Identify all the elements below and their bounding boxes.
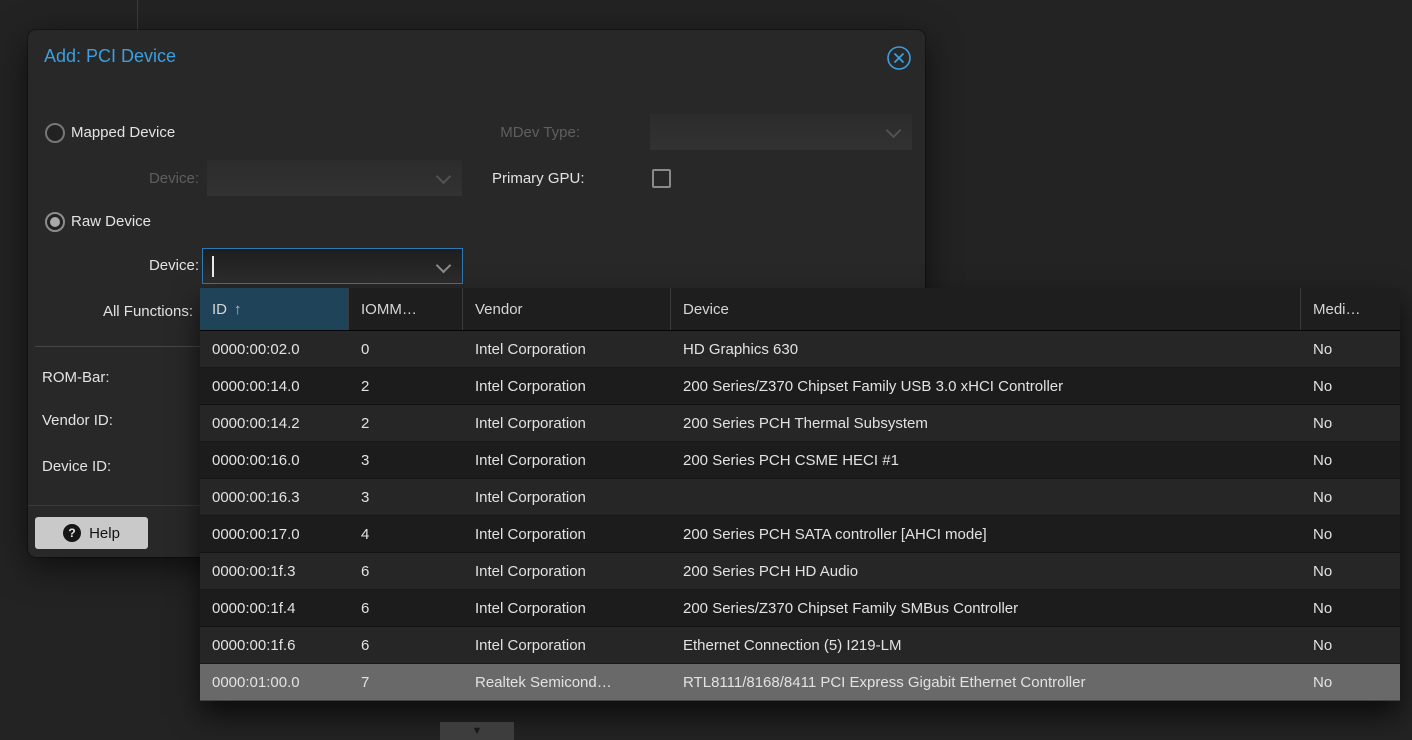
cell-device: 200 Series/Z370 Chipset Family USB 3.0 x… — [671, 368, 1301, 404]
help-button[interactable]: ? Help — [35, 517, 148, 549]
cell-vendor: Intel Corporation — [463, 442, 671, 478]
cell-vendor: Intel Corporation — [463, 405, 671, 441]
cell-iommu: 6 — [349, 553, 463, 589]
cell-vendor: Intel Corporation — [463, 516, 671, 552]
cell-vendor: Intel Corporation — [463, 479, 671, 515]
raw-device-radio[interactable] — [45, 212, 65, 232]
cell-vendor: Intel Corporation — [463, 590, 671, 626]
cell-mediated: No — [1301, 405, 1400, 441]
mapped-device-combo[interactable] — [207, 160, 462, 196]
cell-id: 0000:01:00.0 — [200, 664, 349, 700]
background-panel-divider — [137, 0, 138, 30]
close-icon[interactable] — [885, 44, 913, 72]
cell-mediated: No — [1301, 590, 1400, 626]
cell-vendor: Realtek Semicond… — [463, 664, 671, 700]
vendor-id-label: Vendor ID: — [42, 412, 113, 429]
cell-id: 0000:00:16.0 — [200, 442, 349, 478]
cell-device: 200 Series PCH CSME HECI #1 — [671, 442, 1301, 478]
cell-device: HD Graphics 630 — [671, 331, 1301, 367]
rom-bar-label: ROM-Bar: — [42, 369, 110, 386]
table-row[interactable]: 0000:00:1f.66Intel CorporationEthernet C… — [200, 627, 1400, 664]
column-header-iommu-group[interactable]: IOMM… — [349, 288, 463, 330]
cell-id: 0000:00:1f.3 — [200, 553, 349, 589]
dialog-title: Add: PCI Device — [44, 46, 176, 67]
cell-vendor: Intel Corporation — [463, 553, 671, 589]
cell-iommu: 3 — [349, 442, 463, 478]
cell-device: 200 Series PCH Thermal Subsystem — [671, 405, 1301, 441]
mapped-device-combo-label: Device: — [88, 170, 199, 187]
column-header-mediated-devices[interactable]: Medi… — [1301, 288, 1400, 330]
cell-iommu: 2 — [349, 405, 463, 441]
column-header-device[interactable]: Device — [671, 288, 1301, 330]
cell-mediated: No — [1301, 442, 1400, 478]
mdev-type-label: MDev Type: — [432, 124, 580, 141]
cell-id: 0000:00:14.2 — [200, 405, 349, 441]
cell-iommu: 7 — [349, 664, 463, 700]
cell-device: 200 Series/Z370 Chipset Family SMBus Con… — [671, 590, 1301, 626]
cell-device — [671, 479, 1301, 515]
cell-iommu: 0 — [349, 331, 463, 367]
cell-mediated: No — [1301, 553, 1400, 589]
table-row[interactable]: 0000:00:1f.36Intel Corporation200 Series… — [200, 553, 1400, 590]
cell-iommu: 6 — [349, 627, 463, 663]
scroll-down-icon: ▼ — [472, 725, 483, 737]
cell-vendor: Intel Corporation — [463, 627, 671, 663]
mapped-device-radio[interactable] — [45, 123, 65, 143]
primary-gpu-label: Primary GPU: — [492, 170, 585, 187]
sort-ascending-icon: ↑ — [234, 301, 242, 318]
cell-iommu: 6 — [349, 590, 463, 626]
text-cursor — [212, 256, 214, 277]
raw-device-combo-label: Device: — [88, 257, 199, 274]
table-row[interactable]: 0000:00:16.03Intel Corporation200 Series… — [200, 442, 1400, 479]
cell-device: RTL8111/8168/8411 PCI Express Gigabit Et… — [671, 664, 1301, 700]
cell-iommu: 4 — [349, 516, 463, 552]
mapped-device-label: Mapped Device — [71, 124, 175, 141]
table-row[interactable]: 0000:01:00.07Realtek Semicond…RTL8111/81… — [200, 664, 1400, 701]
chevron-down-icon — [436, 258, 452, 274]
pci-device-dropdown: ID ↑ IOMM… Vendor Device Medi… 0000:00:0… — [200, 288, 1400, 701]
cell-id: 0000:00:14.0 — [200, 368, 349, 404]
device-combo-input[interactable] — [202, 248, 463, 284]
cell-mediated: No — [1301, 331, 1400, 367]
cell-device: 200 Series PCH HD Audio — [671, 553, 1301, 589]
table-row[interactable]: 0000:00:14.02Intel Corporation200 Series… — [200, 368, 1400, 405]
cell-id: 0000:00:1f.6 — [200, 627, 349, 663]
table-row[interactable]: 0000:00:14.22Intel Corporation200 Series… — [200, 405, 1400, 442]
mdev-type-combo[interactable] — [650, 114, 912, 150]
cell-id: 0000:00:16.3 — [200, 479, 349, 515]
raw-device-label: Raw Device — [71, 213, 151, 230]
primary-gpu-checkbox[interactable] — [652, 169, 671, 188]
table-row[interactable]: 0000:00:17.04Intel Corporation200 Series… — [200, 516, 1400, 553]
cell-mediated: No — [1301, 368, 1400, 404]
cell-vendor: Intel Corporation — [463, 368, 671, 404]
scroll-down-indicator[interactable]: ▼ — [440, 722, 514, 740]
pci-table-rows: 0000:00:02.00Intel CorporationHD Graphic… — [200, 331, 1400, 701]
table-header: ID ↑ IOMM… Vendor Device Medi… — [200, 288, 1400, 331]
table-row[interactable]: 0000:00:1f.46Intel Corporation200 Series… — [200, 590, 1400, 627]
table-row[interactable]: 0000:00:02.00Intel CorporationHD Graphic… — [200, 331, 1400, 368]
column-header-vendor[interactable]: Vendor — [463, 288, 671, 330]
cell-device: 200 Series PCH SATA controller [AHCI mod… — [671, 516, 1301, 552]
cell-vendor: Intel Corporation — [463, 331, 671, 367]
column-header-id[interactable]: ID ↑ — [200, 288, 349, 330]
device-id-label: Device ID: — [42, 458, 111, 475]
cell-id: 0000:00:02.0 — [200, 331, 349, 367]
cell-iommu: 3 — [349, 479, 463, 515]
cell-mediated: No — [1301, 479, 1400, 515]
cell-mediated: No — [1301, 516, 1400, 552]
table-row[interactable]: 0000:00:16.33Intel Corporation No — [200, 479, 1400, 516]
cell-iommu: 2 — [349, 368, 463, 404]
help-icon: ? — [63, 524, 81, 542]
help-button-label: Help — [89, 525, 120, 542]
cell-mediated: No — [1301, 627, 1400, 663]
cell-mediated: No — [1301, 664, 1400, 700]
chevron-down-icon — [436, 169, 452, 185]
chevron-down-icon — [886, 123, 902, 139]
cell-device: Ethernet Connection (5) I219-LM — [671, 627, 1301, 663]
all-functions-label: All Functions: — [48, 303, 193, 320]
cell-id: 0000:00:1f.4 — [200, 590, 349, 626]
cell-id: 0000:00:17.0 — [200, 516, 349, 552]
